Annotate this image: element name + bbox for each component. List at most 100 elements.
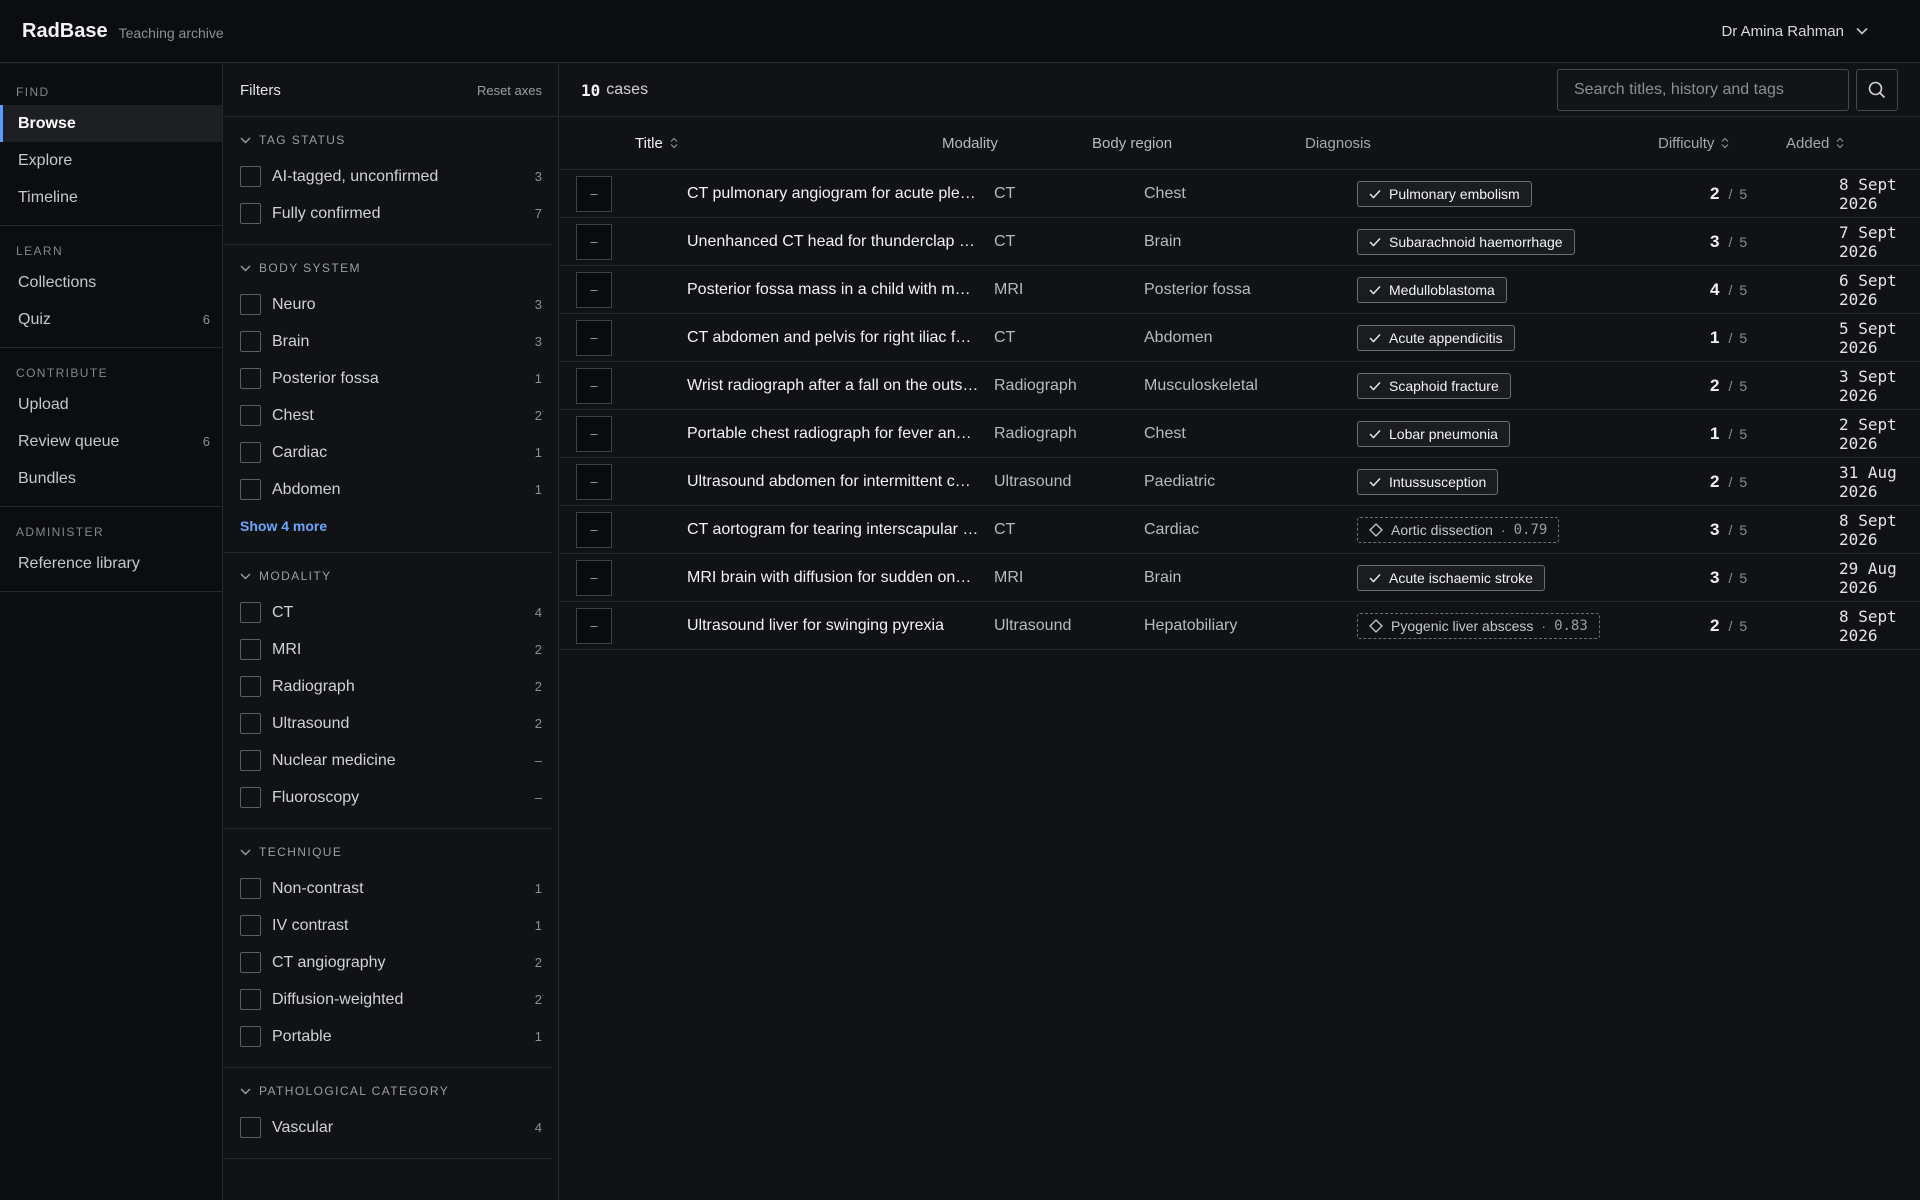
user-menu[interactable]: Dr Amina Rahman — [1721, 23, 1868, 40]
filter-option-posterior-fossa[interactable]: Posterior fossa 1 — [240, 360, 542, 397]
search-button[interactable] — [1856, 69, 1898, 111]
sidebar-item-collections[interactable]: Collections — [0, 264, 222, 301]
filter-option-mri[interactable]: MRI 2 — [240, 631, 542, 668]
filter-option-cardiac[interactable]: Cardiac 1 — [240, 434, 542, 471]
checkbox[interactable] — [240, 952, 261, 973]
sidebar-item-browse[interactable]: Browse — [0, 105, 222, 142]
filter-option-ct[interactable]: CT 4 — [240, 594, 542, 631]
table-row[interactable]: – Ultrasound abdomen for intermittent col… — [560, 458, 1920, 506]
filter-option-brain[interactable]: Brain 3 — [240, 323, 542, 360]
filter-option-non-contrast[interactable]: Non-contrast 1 — [240, 870, 542, 907]
sidebar-item-bundles[interactable]: Bundles — [0, 460, 222, 497]
filter-option-radiograph[interactable]: Radiograph 2 — [240, 668, 542, 705]
filter-option-iv-contrast[interactable]: IV contrast 1 — [240, 907, 542, 944]
filter-option-ai-tagged-unconfirmed[interactable]: AI-tagged, unconfirmed 3 — [240, 158, 542, 195]
sort-icon[interactable] — [670, 137, 678, 149]
filter-option-neuro[interactable]: Neuro 3 — [240, 286, 542, 323]
app-name[interactable]: RadBase — [22, 20, 108, 43]
filter-option-diffusion-weighted[interactable]: Diffusion-weighted 2 — [240, 981, 542, 1018]
filter-group-toggle[interactable]: TAG STATUS — [240, 133, 542, 147]
case-title[interactable]: Portable chest radiograph for fever and … — [687, 425, 979, 443]
checkbox[interactable] — [240, 368, 261, 389]
show-more-link[interactable]: Show 4 more — [240, 518, 327, 534]
checkbox[interactable] — [240, 442, 261, 463]
checkbox[interactable] — [240, 915, 261, 936]
case-title[interactable]: Ultrasound liver for swinging pyrexia — [687, 617, 979, 635]
table-row[interactable]: – Portable chest radiograph for fever and… — [560, 410, 1920, 458]
table-row[interactable]: – Wrist radiograph after a fall on the ou… — [560, 362, 1920, 410]
row-select-checkbox[interactable]: – — [576, 559, 612, 596]
sidebar-item-reference-library[interactable]: Reference library — [0, 545, 222, 582]
diagnosis-chip-confirmed[interactable]: Acute ischaemic stroke — [1357, 564, 1545, 591]
checkbox[interactable] — [240, 294, 261, 315]
checkbox[interactable] — [240, 750, 261, 771]
case-title[interactable]: CT aortogram for tearing interscapular p… — [687, 521, 979, 539]
checkbox[interactable] — [240, 602, 261, 623]
column-difficulty[interactable]: Difficulty — [1658, 135, 1729, 152]
sort-icon[interactable] — [1721, 137, 1729, 149]
filter-option-abdomen[interactable]: Abdomen 1 — [240, 471, 542, 508]
table-row[interactable]: – Unenhanced CT head for thunderclap head… — [560, 218, 1920, 266]
row-select-checkbox[interactable]: – — [576, 223, 612, 260]
row-select-checkbox[interactable]: – — [576, 607, 612, 644]
filter-group-toggle[interactable]: TECHNIQUE — [240, 845, 542, 859]
diagnosis-chip-confirmed[interactable]: Acute appendicitis — [1357, 324, 1515, 351]
reset-axes-button[interactable]: Reset axes — [477, 83, 542, 98]
table-row[interactable]: – Ultrasound liver for swinging pyrexia Ul… — [560, 602, 1920, 650]
checkbox[interactable] — [240, 989, 261, 1010]
search-input[interactable] — [1557, 69, 1849, 111]
filter-option-fluoroscopy[interactable]: Fluoroscopy – — [240, 779, 542, 816]
checkbox[interactable] — [240, 878, 261, 899]
filter-option-chest[interactable]: Chest 2 — [240, 397, 542, 434]
table-row[interactable]: – CT abdomen and pelvis for right iliac f… — [560, 314, 1920, 362]
sidebar-item-upload[interactable]: Upload — [0, 386, 222, 423]
case-title[interactable]: Unenhanced CT head for thunderclap heada… — [687, 233, 979, 251]
checkbox[interactable] — [240, 639, 261, 660]
checkbox[interactable] — [240, 713, 261, 734]
table-row[interactable]: – CT pulmonary angiogram for acute pleuri… — [560, 170, 1920, 218]
diagnosis-chip-confirmed[interactable]: Pulmonary embolism — [1357, 180, 1532, 207]
table-row[interactable]: – MRI brain with diffusion for sudden ons… — [560, 554, 1920, 602]
row-select-checkbox[interactable]: – — [576, 415, 612, 452]
checkbox[interactable] — [240, 1117, 261, 1138]
sidebar-item-quiz[interactable]: Quiz 6 — [0, 301, 222, 338]
diagnosis-chip-confirmed[interactable]: Medulloblastoma — [1357, 276, 1507, 303]
filter-group-toggle[interactable]: PATHOLOGICAL CATEGORY — [240, 1084, 542, 1098]
sort-icon[interactable] — [1836, 137, 1844, 149]
column-added[interactable]: Added — [1786, 135, 1844, 152]
checkbox[interactable] — [240, 787, 261, 808]
filter-option-nuclear-medicine[interactable]: Nuclear medicine – — [240, 742, 542, 779]
filter-option-fully-confirmed[interactable]: Fully confirmed 7 — [240, 195, 542, 232]
row-select-checkbox[interactable]: – — [576, 511, 612, 548]
filter-option-ultrasound[interactable]: Ultrasound 2 — [240, 705, 542, 742]
checkbox[interactable] — [240, 203, 261, 224]
checkbox[interactable] — [240, 166, 261, 187]
checkbox[interactable] — [240, 1026, 261, 1047]
diagnosis-chip-confirmed[interactable]: Scaphoid fracture — [1357, 372, 1511, 399]
checkbox[interactable] — [240, 676, 261, 697]
row-select-checkbox[interactable]: – — [576, 175, 612, 212]
case-title[interactable]: CT pulmonary angiogram for acute pleurit… — [687, 185, 979, 203]
filter-group-toggle[interactable]: BODY SYSTEM — [240, 261, 542, 275]
case-title[interactable]: Wrist radiograph after a fall on the out… — [687, 377, 979, 395]
table-row[interactable]: – Posterior fossa mass in a child with mo… — [560, 266, 1920, 314]
filter-option-portable[interactable]: Portable 1 — [240, 1018, 542, 1055]
sidebar-item-timeline[interactable]: Timeline — [0, 179, 222, 216]
filter-group-toggle[interactable]: MODALITY — [240, 569, 542, 583]
checkbox[interactable] — [240, 331, 261, 352]
case-title[interactable]: MRI brain with diffusion for sudden onse… — [687, 569, 979, 587]
table-row[interactable]: – CT aortogram for tearing interscapular … — [560, 506, 1920, 554]
row-select-checkbox[interactable]: – — [576, 271, 612, 308]
row-select-checkbox[interactable]: – — [576, 463, 612, 500]
sidebar-item-review-queue[interactable]: Review queue 6 — [0, 423, 222, 460]
row-select-checkbox[interactable]: – — [576, 319, 612, 356]
filter-option-vascular[interactable]: Vascular 4 — [240, 1109, 542, 1146]
row-select-checkbox[interactable]: – — [576, 367, 612, 404]
diagnosis-chip-unconfirmed[interactable]: Pyogenic liver abscess · 0.83 — [1357, 612, 1600, 639]
filter-option-ct-angiography[interactable]: CT angiography 2 — [240, 944, 542, 981]
diagnosis-chip-confirmed[interactable]: Lobar pneumonia — [1357, 420, 1510, 447]
diagnosis-chip-unconfirmed[interactable]: Aortic dissection · 0.79 — [1357, 516, 1560, 543]
checkbox[interactable] — [240, 405, 261, 426]
case-title[interactable]: Ultrasound abdomen for intermittent coli… — [687, 473, 979, 491]
sidebar-item-explore[interactable]: Explore — [0, 142, 222, 179]
